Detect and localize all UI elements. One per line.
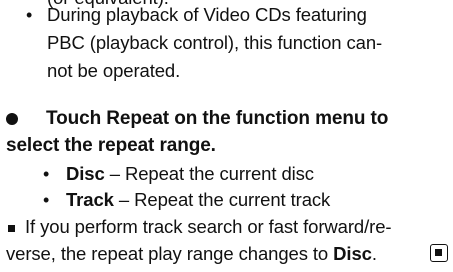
pbc-note-line-2: PBC (playback control), this function ca… (47, 32, 383, 53)
option-description: Repeat the current disc (124, 163, 314, 184)
step-heading-line-2: select the repeat range. (6, 135, 216, 156)
bullet-icon: • (43, 164, 50, 184)
note-line-2: verse, the repeat play range changes to … (6, 243, 377, 265)
option-disc: Disc – Repeat the current disc (66, 163, 314, 185)
option-track: Track – Repeat the current track (66, 189, 330, 211)
note-prefix: verse, the repeat play range changes to (6, 243, 334, 264)
pbc-note-line-1: During playback of Video CDs featuring (47, 4, 367, 25)
end-mark-icon (430, 244, 448, 262)
option-description: Repeat the current track (134, 189, 331, 210)
bullet-icon: • (43, 190, 50, 210)
step-bullet-icon (6, 113, 18, 125)
step-heading-line-1: Touch Repeat on the function menu to (46, 108, 389, 129)
note-square-icon (8, 225, 15, 232)
option-term: Disc (66, 163, 105, 184)
pbc-note-line-3: not be operated. (47, 60, 181, 81)
note-term: Disc (333, 243, 372, 264)
option-separator: – (104, 163, 125, 184)
bullet-icon: • (26, 5, 33, 25)
manual-page: (or equivalent). • During playback of Vi… (0, 0, 453, 272)
note-line-1: If you perform track search or fast forw… (25, 216, 392, 237)
note-suffix: . (371, 243, 377, 264)
option-separator: – (113, 189, 135, 210)
option-term: Track (66, 189, 114, 210)
